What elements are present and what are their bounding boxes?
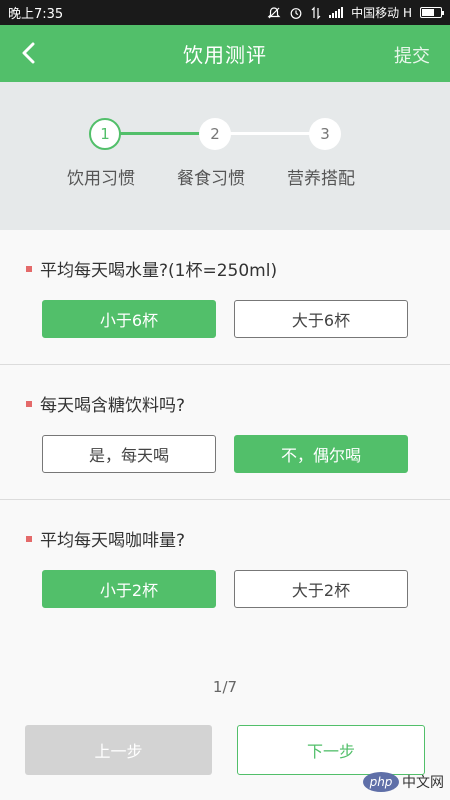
step-1-label: 饮用习惯 bbox=[67, 169, 135, 189]
status-bar: 晚上7:35 中国移动 H bbox=[0, 0, 450, 25]
prev-step-button[interactable]: 上一步 bbox=[25, 725, 212, 775]
option-more-than-6-cups[interactable]: 大于6杯 bbox=[234, 300, 408, 338]
option-less-than-2-cups[interactable]: 小于2杯 bbox=[42, 570, 216, 608]
back-button[interactable] bbox=[14, 39, 42, 67]
question-water-intake: 平均每天喝水量?(1杯=250ml) 小于6杯 大于6杯 bbox=[0, 230, 450, 365]
php-logo-icon: php bbox=[363, 772, 399, 792]
step-2-label: 餐食习惯 bbox=[177, 169, 245, 189]
question-text: 每天喝含糖饮料吗? bbox=[40, 396, 186, 416]
battery-icon bbox=[420, 7, 444, 18]
step-progress: 1 2 3 饮用习惯 餐食习惯 营养搭配 bbox=[0, 82, 450, 230]
questionnaire: 平均每天喝水量?(1杯=250ml) 小于6杯 大于6杯 每天喝含糖饮料吗? 是… bbox=[0, 230, 450, 800]
step-3-label: 营养搭配 bbox=[287, 169, 355, 189]
signal-icon bbox=[329, 7, 344, 18]
step-2-circle: 2 bbox=[199, 118, 231, 150]
question-bullet bbox=[26, 400, 32, 407]
option-less-than-6-cups[interactable]: 小于6杯 bbox=[42, 300, 216, 338]
option-yes-daily[interactable]: 是，每天喝 bbox=[42, 435, 216, 473]
status-time: 晚上7:35 bbox=[8, 7, 64, 22]
mute-icon bbox=[267, 6, 281, 18]
watermark: php 中文网 bbox=[363, 772, 444, 792]
submit-button[interactable]: 提交 bbox=[394, 42, 430, 68]
step-3-circle: 3 bbox=[309, 118, 341, 150]
alarm-icon bbox=[290, 7, 302, 19]
option-no-occasionally[interactable]: 不，偶尔喝 bbox=[234, 435, 408, 473]
question-bullet bbox=[26, 535, 32, 542]
option-more-than-2-cups[interactable]: 大于2杯 bbox=[234, 570, 408, 608]
carrier-text: 中国移动 H bbox=[351, 6, 412, 20]
next-step-button[interactable]: 下一步 bbox=[237, 725, 425, 775]
step-1-circle: 1 bbox=[89, 118, 121, 150]
step-connector-2 bbox=[230, 132, 314, 135]
step-connector-1 bbox=[120, 132, 202, 135]
chevron-left-icon bbox=[22, 42, 35, 64]
page-title: 饮用测评 bbox=[183, 43, 267, 67]
question-bullet bbox=[26, 265, 32, 272]
question-sugary-drinks: 每天喝含糖饮料吗? 是，每天喝 不，偶尔喝 bbox=[0, 365, 450, 500]
page-indicator: 1/7 bbox=[212, 678, 238, 696]
question-text: 平均每天喝咖啡量? bbox=[40, 531, 186, 551]
app-header: 饮用测评 提交 bbox=[0, 25, 450, 82]
question-coffee-intake: 平均每天喝咖啡量? 小于2杯 大于2杯 bbox=[0, 500, 450, 635]
watermark-text: 中文网 bbox=[402, 775, 444, 791]
question-text: 平均每天喝水量?(1杯=250ml) bbox=[40, 261, 278, 281]
data-transfer-icon bbox=[311, 6, 321, 19]
